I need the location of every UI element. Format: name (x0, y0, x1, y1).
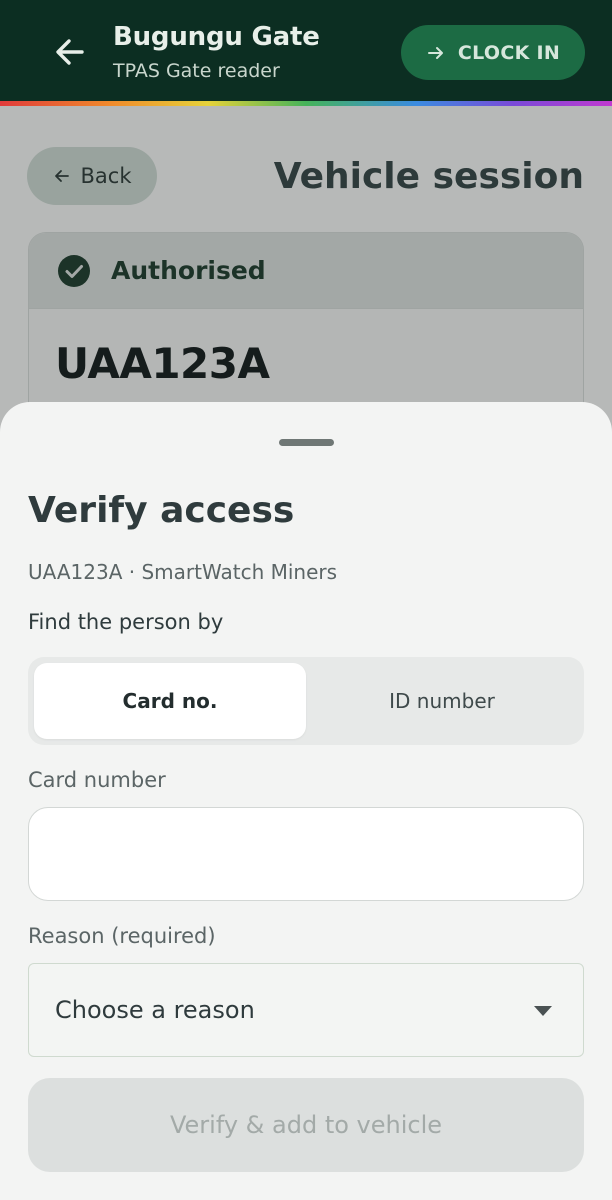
arrow-right-icon (427, 46, 443, 59)
card-number-label: Card number (28, 768, 166, 792)
verify-add-button[interactable]: Verify & add to vehicle (28, 1078, 584, 1172)
tab-card-number[interactable]: Card no. (34, 663, 306, 739)
plate-number: UAA123A (55, 339, 270, 388)
gate-subtitle: TPAS Gate reader (113, 60, 280, 82)
caret-down-icon (534, 1006, 552, 1016)
sheet-grabber[interactable] (279, 439, 334, 446)
status-text: Authorised (111, 256, 266, 285)
verify-access-sheet: Verify access UAA123A · SmartWatch Miner… (0, 402, 612, 1200)
tab-id-number[interactable]: ID number (306, 663, 578, 739)
sheet-subtitle: UAA123A · SmartWatch Miners (28, 560, 338, 584)
clock-in-button[interactable]: CLOCK IN (401, 25, 585, 80)
reason-select[interactable]: Choose a reason (28, 963, 584, 1057)
page-title: Vehicle session (273, 156, 584, 197)
arrow-left-icon[interactable] (50, 32, 90, 72)
find-by-label: Find the person by (28, 610, 224, 634)
reason-select-value: Choose a reason (55, 996, 255, 1024)
check-circle-icon (58, 254, 90, 287)
reason-label: Reason (required) (28, 924, 216, 948)
find-by-toggle: Card no. ID number (28, 657, 584, 745)
back-button[interactable]: Back (27, 147, 157, 205)
arrow-left-icon (54, 170, 69, 182)
clock-in-label: CLOCK IN (457, 41, 561, 64)
sheet-title: Verify access (28, 490, 295, 531)
back-label: Back (80, 164, 132, 188)
card-number-input[interactable] (28, 807, 584, 901)
status-bar: Authorised (29, 233, 583, 309)
app-bar: Bugungu Gate TPAS Gate reader CLOCK IN (0, 0, 612, 102)
gate-title: Bugungu Gate (113, 22, 320, 52)
